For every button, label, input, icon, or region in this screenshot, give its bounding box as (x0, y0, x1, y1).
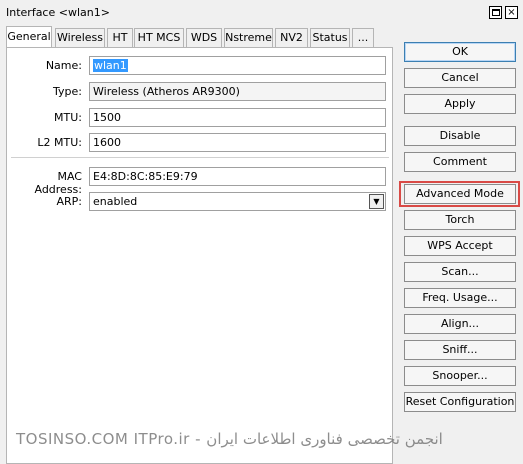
disable-button[interactable]: Disable (404, 126, 516, 146)
watermark-text: TOSINSO.COM ITPro.ir - انجمن تخصصی فناور… (16, 430, 443, 448)
window-title: Interface <wlan1> (6, 6, 110, 19)
cancel-button[interactable]: Cancel (404, 68, 516, 88)
mac-address-field[interactable]: E4:8D:8C:85:E9:79 (89, 167, 386, 186)
close-button[interactable]: × (505, 6, 518, 19)
ok-button[interactable]: OK (404, 42, 516, 62)
tab-more[interactable]: ... (352, 28, 374, 48)
restore-button[interactable] (489, 6, 502, 19)
arp-label: ARP: (56, 195, 82, 208)
scan-button[interactable]: Scan... (404, 262, 516, 282)
arp-value: enabled (93, 195, 138, 208)
mac-address-label: MAC Address: (34, 170, 82, 196)
tab-nv2[interactable]: NV2 (275, 28, 308, 48)
tab-ht[interactable]: HT (107, 28, 133, 48)
mtu-label: MTU: (54, 111, 82, 124)
snooper-button[interactable]: Snooper... (404, 366, 516, 386)
mtu-field[interactable]: 1500 (89, 108, 386, 127)
type-field: Wireless (Atheros AR9300) (89, 82, 386, 101)
tab-general[interactable]: General (6, 26, 52, 48)
general-panel: Name: wlan1 Type: Wireless (Atheros AR93… (6, 47, 393, 464)
comment-button[interactable]: Comment (404, 152, 516, 172)
tab-nstreme[interactable]: Nstreme (224, 28, 273, 48)
l2mtu-label: L2 MTU: (37, 136, 82, 149)
dropdown-arrow-icon[interactable]: ▼ (369, 194, 384, 209)
tab-ht-mcs[interactable]: HT MCS (134, 28, 184, 48)
name-field[interactable]: wlan1 (89, 56, 386, 75)
freq-usage-button[interactable]: Freq. Usage... (404, 288, 516, 308)
wps-accept-button[interactable]: WPS Accept (404, 236, 516, 256)
l2mtu-field[interactable]: 1600 (89, 133, 386, 152)
divider (11, 157, 389, 158)
reset-configuration-button[interactable]: Reset Configuration (404, 392, 516, 412)
name-value: wlan1 (93, 59, 128, 72)
tab-wds[interactable]: WDS (186, 28, 222, 48)
advanced-mode-highlight (399, 181, 520, 207)
arp-select[interactable]: enabled ▼ (89, 192, 386, 211)
tab-wireless[interactable]: Wireless (55, 28, 105, 48)
title-bar: Interface <wlan1> × (0, 0, 523, 26)
sniff-button[interactable]: Sniff... (404, 340, 516, 360)
apply-button[interactable]: Apply (404, 94, 516, 114)
torch-button[interactable]: Torch (404, 210, 516, 230)
restore-icon (492, 9, 500, 16)
align-button[interactable]: Align... (404, 314, 516, 334)
type-label: Type: (53, 85, 82, 98)
name-label: Name: (45, 59, 82, 72)
tab-status[interactable]: Status (310, 28, 350, 48)
